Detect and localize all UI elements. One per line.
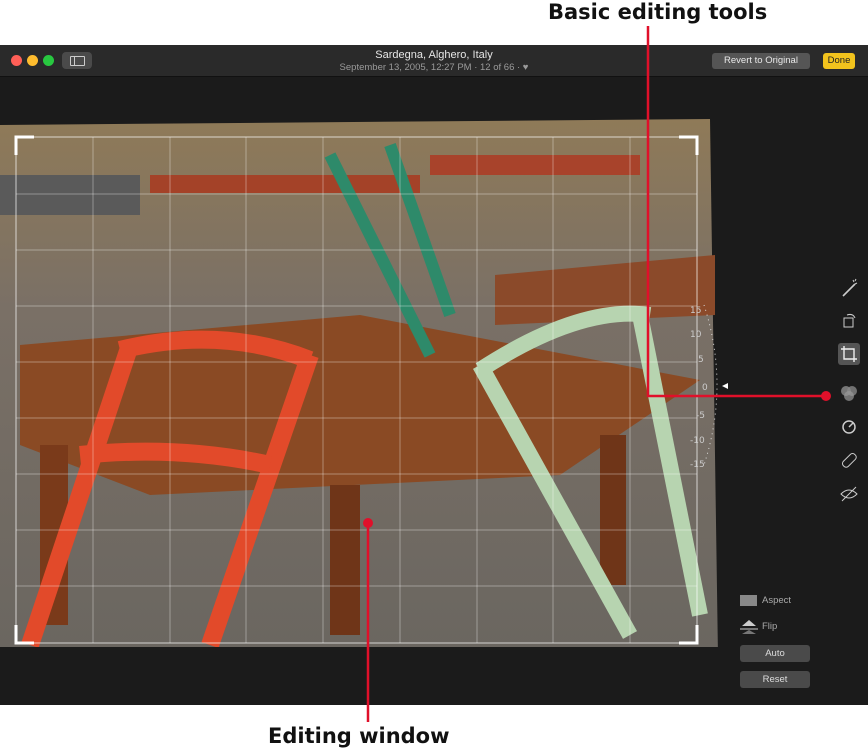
done-button[interactable]: Done [823, 53, 855, 69]
red-eye-icon[interactable] [838, 483, 860, 505]
adjust-icon[interactable] [838, 415, 860, 437]
straighten-dial[interactable]: 15 10 5 0 -5 -10 -15 [690, 295, 730, 475]
flip-icon [740, 620, 758, 634]
filters-icon[interactable] [838, 383, 860, 405]
table-leg [600, 435, 626, 585]
back-table [430, 155, 640, 175]
straighten-dial-label: 5 [698, 355, 704, 365]
flip-button[interactable]: Flip [762, 621, 777, 632]
photos-edit-window: Sardegna, Alghero, Italy September 13, 2… [0, 45, 868, 705]
table-leg [330, 485, 360, 635]
photo-editing-area[interactable] [0, 115, 720, 647]
crop-icon[interactable] [838, 343, 860, 365]
stone-bench [0, 175, 140, 215]
auto-button[interactable]: Auto [740, 645, 810, 662]
back-table [150, 175, 420, 193]
retouch-icon[interactable] [838, 449, 860, 471]
magic-wand-icon[interactable] [838, 277, 860, 299]
straighten-dial-label: 15 [690, 306, 701, 316]
callout-editing-window: Editing window [268, 724, 450, 748]
rotate-icon[interactable] [838, 310, 860, 332]
straighten-dial-label: -5 [696, 411, 705, 421]
straighten-dial-label: -15 [690, 460, 705, 470]
straighten-dial-pointer [722, 383, 728, 389]
reset-button[interactable]: Reset [740, 671, 810, 688]
aspect-button[interactable]: Aspect [762, 595, 791, 606]
title-bar: Sardegna, Alghero, Italy September 13, 2… [0, 45, 868, 77]
straighten-dial-label: 0 [702, 383, 708, 393]
revert-to-original-button[interactable]: Revert to Original [712, 53, 810, 69]
straighten-dial-label: -10 [690, 436, 705, 446]
callout-basic-editing-tools: Basic editing tools [548, 0, 768, 24]
straighten-dial-label: 10 [690, 330, 702, 340]
aspect-icon [740, 595, 757, 606]
